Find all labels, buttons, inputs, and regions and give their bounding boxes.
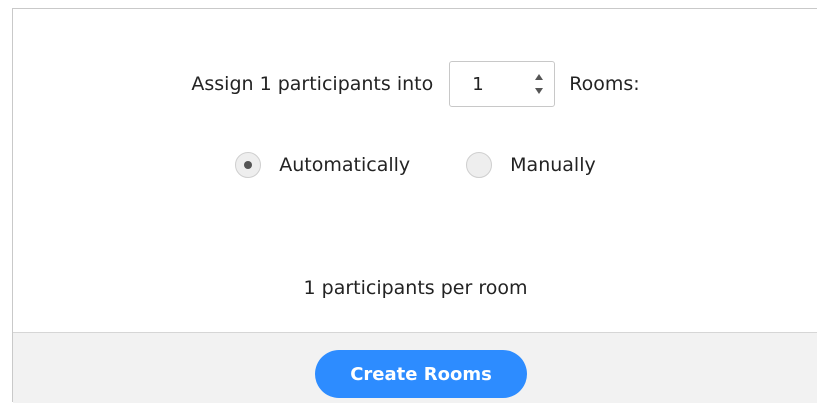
assign-row: Assign 1 participants into 1 Rooms: <box>13 59 817 109</box>
assignment-mode-group: Automatically Manually <box>13 145 817 185</box>
dialog-footer: Create Rooms <box>13 332 817 403</box>
breakout-rooms-dialog: Assign 1 participants into 1 Rooms: Auto… <box>12 8 817 403</box>
radio-manually[interactable]: Manually <box>466 152 596 178</box>
radio-automatically[interactable]: Automatically <box>235 152 410 178</box>
rooms-count-stepper[interactable]: 1 <box>449 61 556 107</box>
assign-label: Assign 1 participants into <box>191 73 434 95</box>
rooms-count-value[interactable]: 1 <box>450 74 524 95</box>
radio-checked-icon[interactable] <box>235 152 262 178</box>
radio-unchecked-icon[interactable] <box>466 152 493 178</box>
create-rooms-button[interactable]: Create Rooms <box>315 350 527 398</box>
radio-manually-label: Manually <box>510 154 596 176</box>
stepper-arrows <box>524 62 554 106</box>
stepper-up-icon[interactable] <box>535 74 544 80</box>
radio-dot <box>244 161 253 169</box>
radio-automatically-label: Automatically <box>279 154 411 176</box>
participants-per-room-text: 1 participants per room <box>303 277 528 299</box>
stepper-down-icon[interactable] <box>535 88 544 94</box>
rooms-label: Rooms: <box>569 73 640 95</box>
